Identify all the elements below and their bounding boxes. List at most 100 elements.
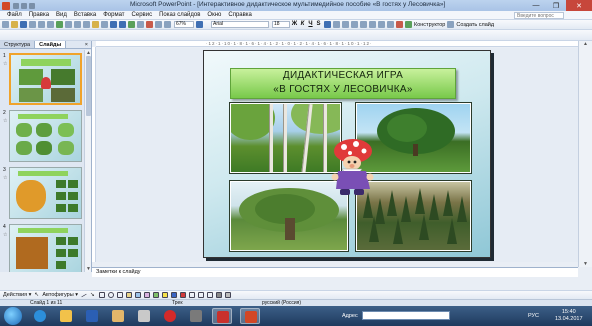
- new-slide-button[interactable]: Создать слайд: [456, 22, 494, 28]
- bullets-icon[interactable]: [360, 21, 367, 28]
- font-color-icon[interactable]: [396, 21, 403, 28]
- undo-icon[interactable]: [21, 2, 27, 9]
- color-grayscale-icon[interactable]: [164, 21, 171, 28]
- rectangle-icon[interactable]: [98, 292, 105, 298]
- dash-style-icon[interactable]: [197, 292, 204, 298]
- picture-icon[interactable]: [152, 292, 159, 298]
- font-name-select[interactable]: Arial: [211, 21, 269, 28]
- new-slide-icon[interactable]: [447, 21, 455, 28]
- 3d-style-icon[interactable]: [224, 292, 231, 298]
- align-right-icon[interactable]: [342, 21, 349, 28]
- shadow-style-icon[interactable]: [215, 292, 222, 298]
- decrease-font-icon[interactable]: [378, 21, 385, 28]
- help-icon[interactable]: [196, 21, 203, 28]
- taskbar-acrobat[interactable]: [212, 308, 232, 324]
- clipart-icon[interactable]: [143, 292, 150, 298]
- maximize-button[interactable]: ❐: [546, 0, 566, 11]
- slide-4-preview[interactable]: [9, 224, 82, 272]
- taskbar-ie[interactable]: [30, 308, 50, 324]
- oval-icon[interactable]: [107, 292, 114, 298]
- open-icon[interactable]: [11, 21, 18, 28]
- current-slide[interactable]: ДИДАКТИЧЕСКАЯ ИГРА «В ГОСТЯХ У ЛЕСОВИЧКА…: [203, 50, 491, 258]
- help-search-input[interactable]: Введите вопрос: [514, 12, 564, 19]
- redo-icon[interactable]: [29, 2, 35, 9]
- actions-menu[interactable]: Действия ▾: [3, 292, 31, 298]
- chart-icon[interactable]: [128, 21, 135, 28]
- arrow-icon[interactable]: ↘: [90, 292, 96, 298]
- menu-tools[interactable]: Сервис: [132, 12, 153, 18]
- menu-window[interactable]: Окно: [207, 12, 221, 18]
- align-center-icon[interactable]: [333, 21, 340, 28]
- scroll-up-icon[interactable]: ▲: [582, 41, 589, 47]
- select-arrow-icon[interactable]: ↖: [34, 292, 39, 298]
- taskbar-opera[interactable]: [160, 308, 180, 324]
- redo-icon[interactable]: [119, 21, 126, 28]
- close-icon[interactable]: ×: [85, 41, 88, 48]
- slide-scrollbar[interactable]: ▲ ▼: [578, 41, 592, 267]
- minimize-button[interactable]: —: [526, 0, 546, 11]
- textbox-icon[interactable]: [116, 292, 123, 298]
- taskbar-powerpoint[interactable]: [240, 308, 260, 324]
- cut-icon[interactable]: [74, 21, 81, 28]
- line-color-icon[interactable]: [170, 292, 177, 298]
- menu-format[interactable]: Формат: [103, 12, 124, 18]
- font-color-icon[interactable]: [179, 292, 186, 298]
- designer-icon[interactable]: [405, 21, 412, 28]
- menu-insert[interactable]: Вставка: [74, 12, 96, 18]
- menu-slideshow[interactable]: Показ слайдов: [159, 12, 200, 18]
- close-button[interactable]: ✕: [566, 0, 592, 11]
- slide-3-preview[interactable]: [9, 167, 82, 219]
- slide-title[interactable]: ДИДАКТИЧЕСКАЯ ИГРА «В ГОСТЯХ У ЛЕСОВИЧКА…: [230, 68, 456, 99]
- shadow-button[interactable]: S: [315, 21, 322, 28]
- scroll-down-icon[interactable]: ▼: [582, 261, 589, 267]
- save-icon[interactable]: [13, 2, 19, 9]
- slide-1-preview[interactable]: [9, 53, 82, 105]
- taskbar-explorer[interactable]: [56, 308, 76, 324]
- preview-icon[interactable]: [47, 21, 54, 28]
- system-clock[interactable]: 15:40 13.04.2017: [555, 309, 583, 323]
- new-icon[interactable]: [2, 21, 9, 28]
- insert-picture-icon[interactable]: [146, 21, 153, 28]
- designer-button[interactable]: Конструктор: [414, 22, 445, 28]
- thumbnails-scrollbar[interactable]: ▲ ▼: [84, 50, 91, 272]
- paste-icon[interactable]: [92, 21, 99, 28]
- tab-outline[interactable]: Структура: [0, 41, 36, 48]
- bold-button[interactable]: Ж: [291, 21, 298, 28]
- indent-icon[interactable]: [387, 21, 394, 28]
- undo-icon[interactable]: [110, 21, 117, 28]
- autoshapes-menu[interactable]: Автофигуры ▾: [42, 292, 78, 298]
- scroll-thumb[interactable]: [86, 56, 91, 116]
- line-style-icon[interactable]: [188, 292, 195, 298]
- taskbar-app[interactable]: [134, 308, 154, 324]
- scroll-down-icon[interactable]: ▼: [85, 266, 92, 272]
- slide-editing-area[interactable]: ДИДАКТИЧЕСКАЯ ИГРА «В ГОСТЯХ У ЛЕСОВИЧКА…: [96, 48, 578, 262]
- taskbar-word[interactable]: [82, 308, 102, 324]
- underline-button[interactable]: Ч: [307, 21, 314, 28]
- zoom-select[interactable]: 67%: [174, 21, 194, 28]
- start-button[interactable]: [4, 307, 22, 325]
- menu-file[interactable]: Файл: [7, 12, 22, 18]
- italic-button[interactable]: К: [299, 21, 306, 28]
- grid-icon[interactable]: [155, 21, 162, 28]
- taskbar-media[interactable]: [186, 308, 206, 324]
- tab-slides[interactable]: Слайды: [35, 41, 67, 48]
- language-switcher[interactable]: РУС: [528, 313, 539, 319]
- fill-color-icon[interactable]: [161, 292, 168, 298]
- powerpoint-icon[interactable]: [2, 1, 10, 10]
- notes-pane[interactable]: Заметки к слайду: [92, 267, 578, 277]
- increase-font-icon[interactable]: [369, 21, 376, 28]
- arrow-style-icon[interactable]: [206, 292, 213, 298]
- menu-help[interactable]: Справка: [228, 12, 252, 18]
- wordart-icon[interactable]: [125, 292, 132, 298]
- menu-edit[interactable]: Правка: [29, 12, 49, 18]
- numbering-icon[interactable]: [351, 21, 358, 28]
- diagram-icon[interactable]: [134, 292, 141, 298]
- lesovichok-character-image[interactable]: [330, 137, 376, 197]
- taskbar-folder[interactable]: [108, 308, 128, 324]
- copy-icon[interactable]: [83, 21, 90, 28]
- menu-view[interactable]: Вид: [56, 12, 67, 18]
- font-size-select[interactable]: 18: [272, 21, 290, 28]
- save-icon[interactable]: [20, 21, 27, 28]
- spelling-icon[interactable]: [56, 21, 63, 28]
- permission-icon[interactable]: [29, 21, 36, 28]
